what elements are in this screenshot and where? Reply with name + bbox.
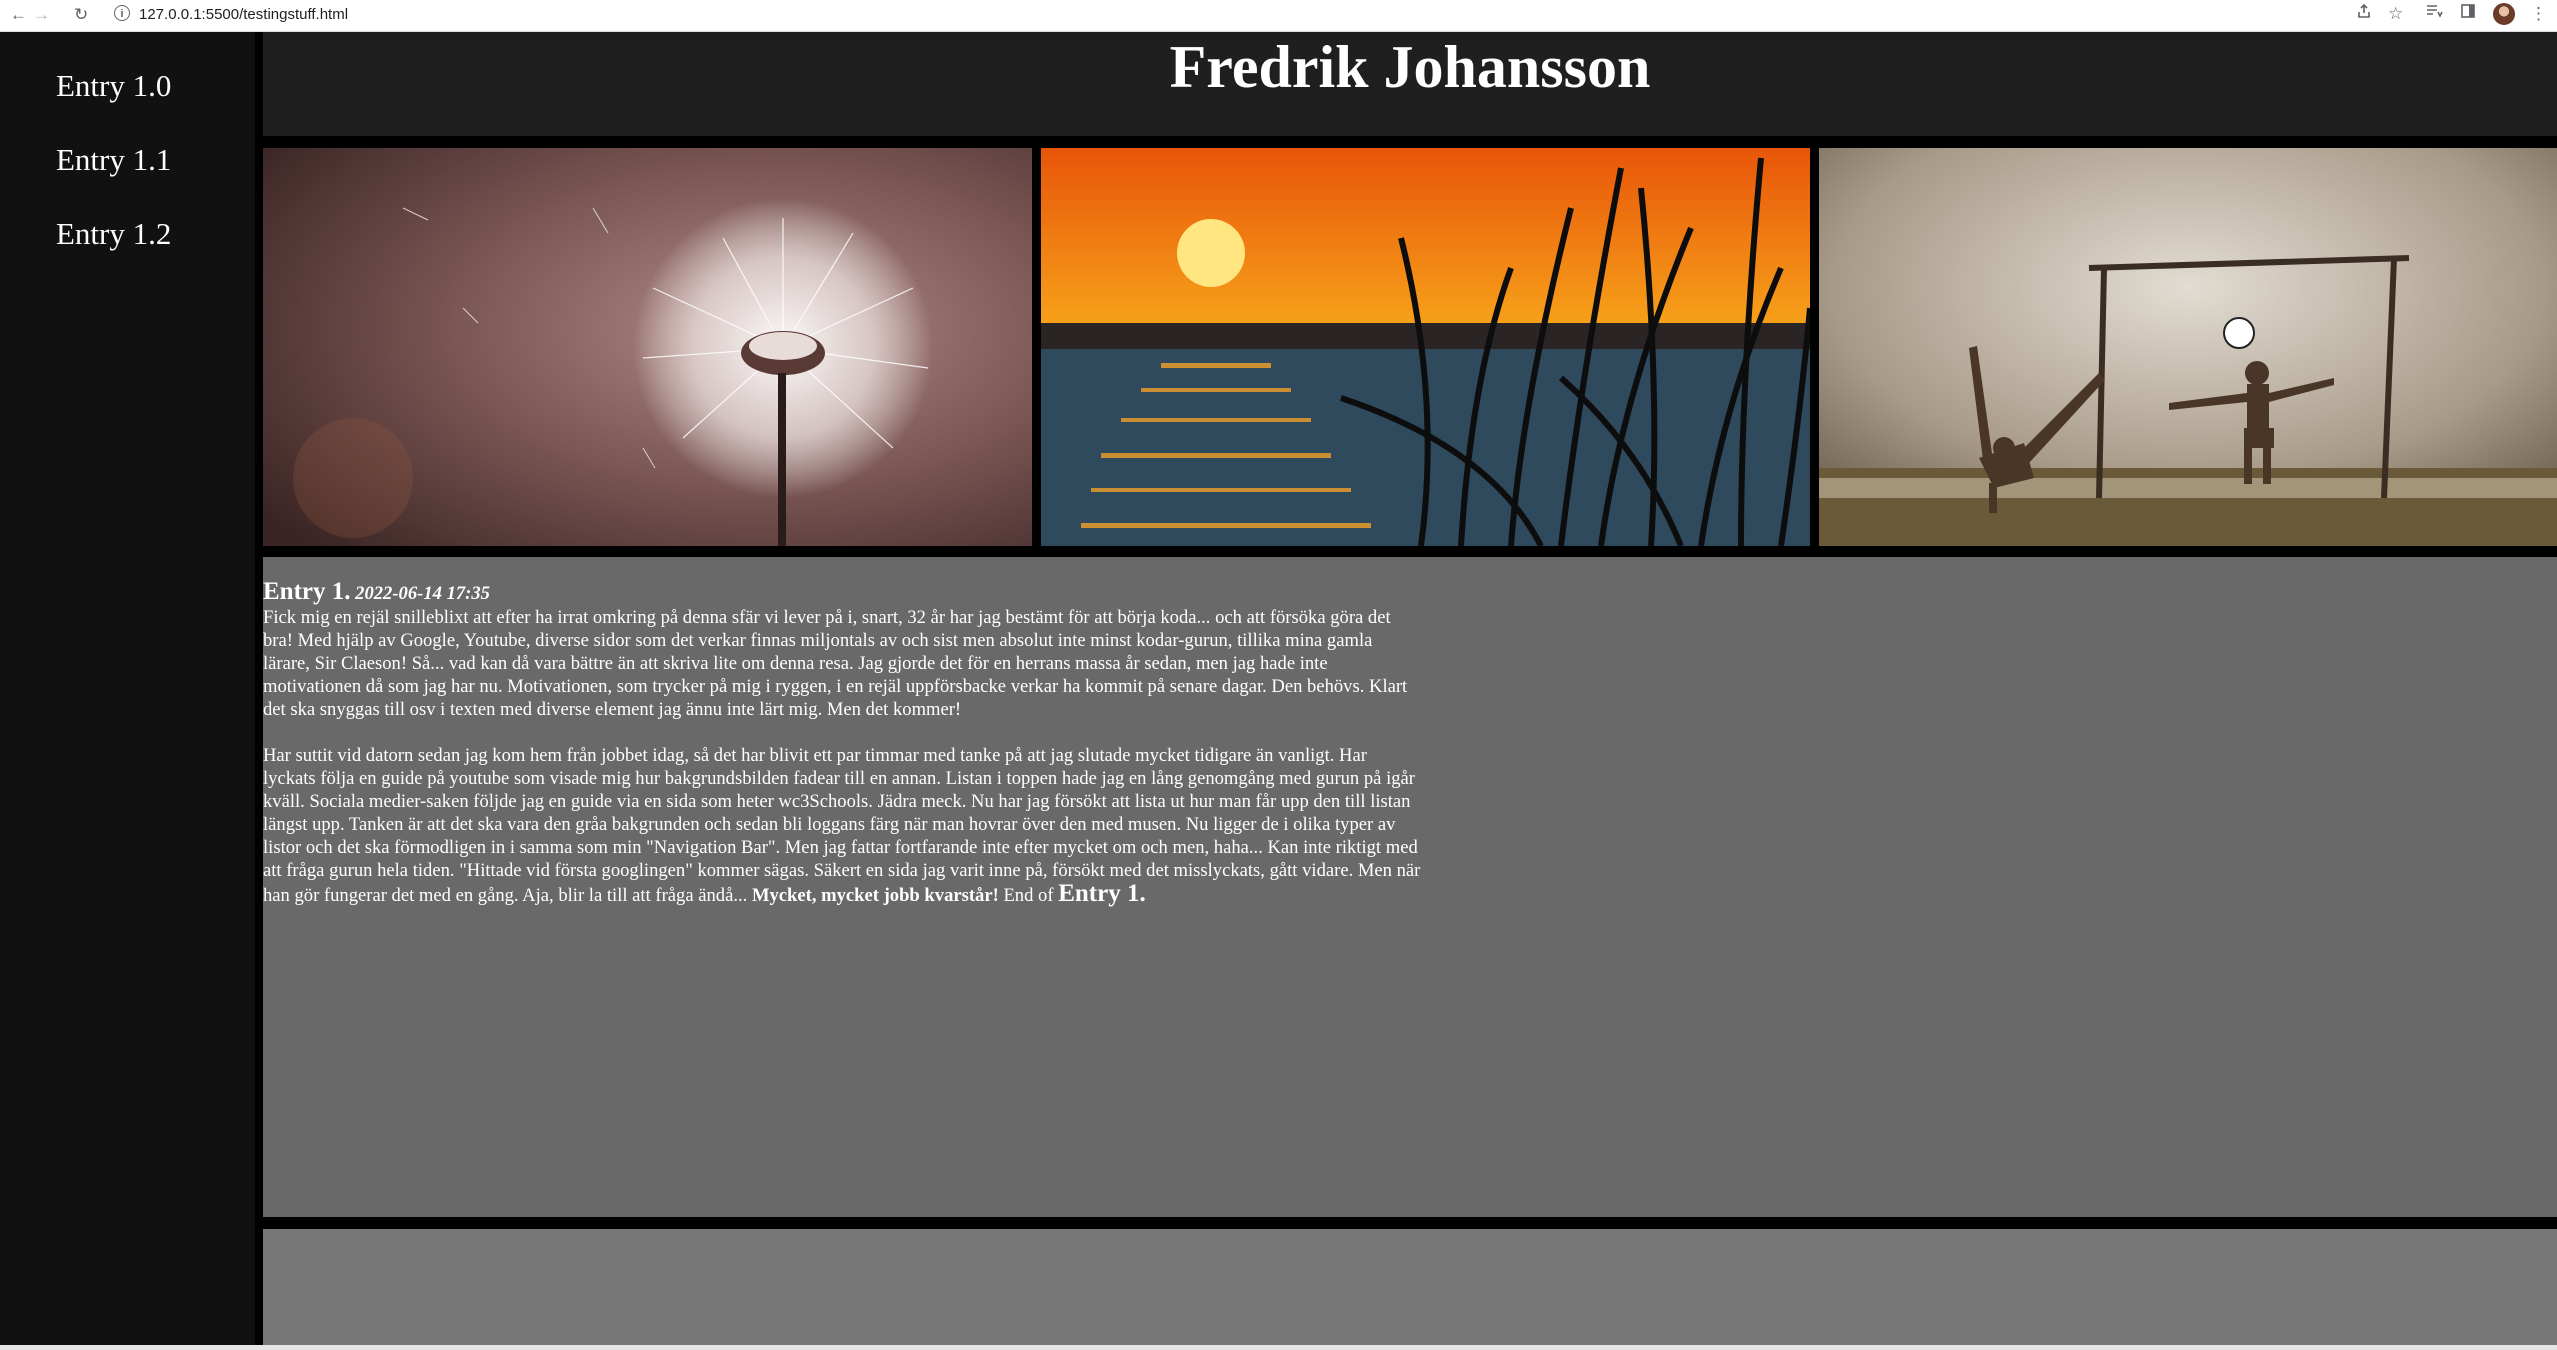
entry-paragraph-1: Fick mig en rejäl snilleblixt att efter … — [263, 607, 1408, 720]
share-icon[interactable] — [2356, 3, 2372, 25]
reading-list-icon[interactable] — [2425, 3, 2443, 25]
sidebar-item-entry-1-0[interactable]: Entry 1.0 — [56, 68, 171, 104]
address-bar[interactable]: 127.0.0.1:5500/testingstuff.html — [139, 5, 348, 25]
entry-emphasis: Mycket, mycket jobb kvarstår! — [751, 885, 999, 906]
photo-dandelion — [263, 148, 1032, 546]
reload-icon[interactable]: ↻ — [74, 4, 88, 26]
sidebar-item-entry-1-1[interactable]: Entry 1.1 — [56, 142, 171, 178]
entry-end-label: Entry 1. — [1058, 880, 1146, 907]
info-icon[interactable]: i — [114, 5, 130, 21]
browser-toolbar: ← → ↻ i 127.0.0.1:5500/testingstuff.html… — [0, 0, 2557, 32]
back-arrow-icon[interactable]: ← — [10, 4, 27, 26]
photo-kids-football — [1819, 148, 2557, 546]
profile-avatar[interactable] — [2493, 3, 2515, 25]
sidebar-nav: Entry 1.0 Entry 1.1 Entry 1.2 — [0, 32, 255, 1345]
blog-entry: Entry 1. 2022-06-14 17:35 Fick mig en re… — [263, 577, 1423, 907]
entry-heading: Entry 1. — [263, 578, 351, 605]
side-panel-icon[interactable] — [2460, 3, 2476, 25]
star-icon[interactable]: ☆ — [2388, 3, 2403, 25]
main-content: Entry 1. 2022-06-14 17:35 Fick mig en re… — [263, 557, 2557, 1217]
horizontal-scrollbar[interactable] — [0, 1345, 2557, 1350]
forward-arrow-icon[interactable]: → — [33, 4, 50, 26]
entry-end-text: End of — [1003, 885, 1054, 906]
photo-sunset-reeds — [1041, 148, 1810, 546]
entry-paragraph-2: Har suttit vid datorn sedan jag kom hem … — [263, 744, 1423, 907]
site-title: Fredrik Johansson — [1169, 34, 1651, 100]
sidebar-item-entry-1-2[interactable]: Entry 1.2 — [56, 216, 171, 252]
page-footer — [263, 1229, 2557, 1345]
entry-date: 2022-06-14 17:35 — [355, 583, 490, 604]
page-header: Fredrik Johansson — [263, 32, 2557, 136]
kebab-menu-icon[interactable]: ⋮ — [2530, 3, 2547, 25]
entry-paragraph-2-text: Har suttit vid datorn sedan jag kom hem … — [263, 745, 1421, 906]
